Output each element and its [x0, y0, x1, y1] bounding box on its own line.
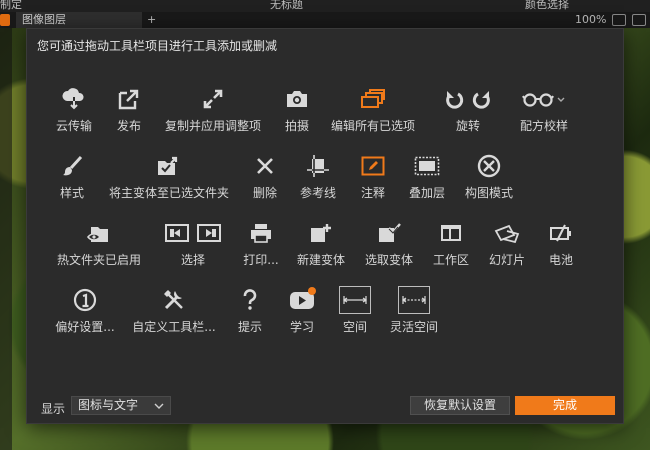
- tool-label: 新建变体: [296, 253, 345, 267]
- tool-flexible-space[interactable]: 灵活空间: [369, 286, 459, 335]
- share-export-icon: [113, 85, 145, 113]
- tool-label: 空间: [342, 320, 367, 334]
- stacked-layers-icon: [357, 85, 389, 113]
- tool-label: 样式: [59, 186, 84, 200]
- tool-label: 编辑所有已选项: [330, 119, 415, 133]
- window-button-icon[interactable]: [612, 14, 626, 26]
- tool-label: 复制并应用调整项: [165, 119, 262, 133]
- rotate-icon: [442, 85, 494, 113]
- tool-label: 电池: [548, 253, 573, 267]
- overlay-icon: [411, 152, 443, 180]
- tool-label: 发布: [116, 119, 141, 133]
- hot-folder-eye-icon: [83, 219, 115, 247]
- restore-defaults-button[interactable]: 恢复默认设置: [410, 396, 510, 415]
- camera-icon: [281, 85, 313, 113]
- battery-icon: [545, 219, 577, 247]
- new-variant-icon: [305, 219, 337, 247]
- tool-label: 将主变体至已选文件夹: [109, 186, 230, 200]
- tool-publish[interactable]: 发布: [84, 85, 174, 134]
- tool-style[interactable]: 样式: [27, 152, 117, 201]
- expand-arrows-icon: [197, 85, 229, 113]
- tool-label: 叠加层: [408, 186, 445, 200]
- app-top-right-text: 颜色选择: [525, 0, 569, 11]
- tool-preferences[interactable]: 偏好设置...: [40, 286, 130, 335]
- app-tab-row: 图像图层 + 100%: [0, 12, 650, 28]
- dialog-instruction: 您可通过拖动工具栏项目进行工具添加或删减: [37, 39, 278, 53]
- tool-label: 偏好设置...: [55, 320, 115, 334]
- app-title: 无标题: [270, 0, 303, 11]
- app-logo-icon: [0, 14, 10, 26]
- chevron-down-icon: [154, 397, 164, 414]
- tool-label: 灵活空间: [389, 320, 438, 334]
- tool-label: 自定义工具栏...: [132, 320, 216, 334]
- app-top-bar: 制定 无标题 颜色选择: [0, 0, 650, 12]
- tool-label: 热文件夹已启用: [56, 253, 141, 267]
- display-mode-label: 显示: [41, 402, 66, 416]
- tool-label: 旋转: [455, 119, 480, 133]
- info-circle-icon: [69, 286, 101, 314]
- add-tab-button[interactable]: +: [147, 12, 156, 28]
- display-mode-value: 图标与文字: [78, 398, 139, 412]
- glasses-icon: [520, 85, 568, 113]
- tool-label: 构图模式: [464, 186, 513, 200]
- tool-composition-mode[interactable]: 构图模式: [444, 152, 534, 201]
- app-top-left-text: 制定: [0, 0, 22, 11]
- fixed-space-icon: [339, 286, 371, 314]
- tool-edit-all-selected[interactable]: 编辑所有已选项: [328, 85, 418, 134]
- flexible-space-icon: [398, 286, 430, 314]
- select-prev-next-icon: [163, 219, 223, 247]
- tool-copy-apply[interactable]: 复制并应用调整项: [165, 85, 262, 134]
- tool-hot-folder[interactable]: 热文件夹已启用: [54, 219, 144, 268]
- tool-label: 选择: [180, 253, 205, 267]
- circle-x-icon: [473, 152, 505, 180]
- window-button-icon[interactable]: [632, 14, 646, 26]
- tools-icon: [158, 286, 190, 314]
- pick-variant-icon: [373, 219, 405, 247]
- tab-image-layer[interactable]: 图像图层: [16, 12, 142, 28]
- customize-toolbar-dialog: 您可通过拖动工具栏项目进行工具添加或删减 云传输 发布 复制并应用调整项 拍摄 …: [26, 28, 624, 424]
- tool-label: 配方校样: [519, 119, 568, 133]
- background-side-panel: [0, 28, 12, 450]
- tool-label: 拍摄: [284, 119, 309, 133]
- printer-icon: [245, 219, 277, 247]
- done-button[interactable]: 完成: [515, 396, 615, 415]
- tool-label: 打印...: [243, 253, 279, 267]
- tool-battery[interactable]: 电池: [516, 219, 606, 268]
- tool-move-variant[interactable]: 将主变体至已选文件夹: [109, 152, 229, 201]
- zoom-level: 100%: [575, 13, 607, 26]
- tool-recipe-proofing[interactable]: 配方校样: [499, 85, 589, 134]
- brush-icon: [56, 152, 88, 180]
- move-to-folder-icon: [153, 152, 185, 180]
- display-mode-select[interactable]: 图标与文字: [71, 396, 171, 415]
